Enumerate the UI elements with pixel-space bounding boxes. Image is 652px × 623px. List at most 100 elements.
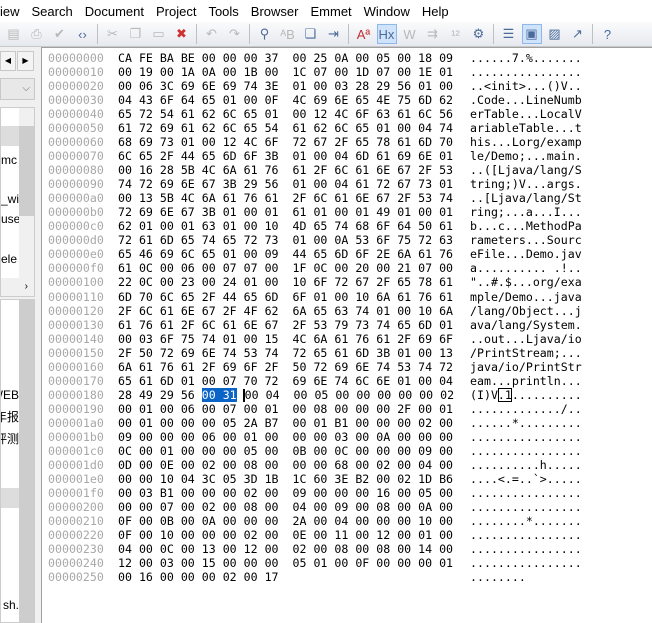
ascii-text[interactable]: ................ [470, 430, 582, 444]
indent-icon[interactable]: ⇉ [423, 24, 443, 44]
hex-bytes[interactable]: 2F 6C 61 6E 67 2F 4F 62 6A 65 63 74 01 0… [118, 304, 453, 318]
ascii-text[interactable]: ................ [470, 500, 582, 514]
menu-emmet[interactable]: Emmet [306, 4, 355, 19]
hex-bytes[interactable]: 04 00 0C 00 13 00 12 00 02 00 08 00 08 0… [118, 542, 453, 556]
nav-forward-button[interactable]: ▶ [17, 51, 34, 71]
ascii-text[interactable]: mple/Demo...java [470, 290, 582, 304]
hex-bytes[interactable]: 04 43 6F 64 65 01 00 0F 4C 69 6E 65 4E 7… [118, 93, 453, 107]
hex-bytes[interactable]: 00 01 00 06 00 07 00 01 00 08 00 00 00 2… [118, 402, 453, 416]
hex-bytes[interactable]: 6D 70 6C 65 2F 44 65 6D 6F 01 00 10 6A 6… [118, 290, 453, 304]
ascii-text[interactable]: his...Lorg/examp [470, 135, 582, 149]
hex-bytes[interactable]: 61 76 61 2F 6C 61 6E 67 2F 53 79 73 74 6… [118, 318, 453, 332]
clip-panel-icon[interactable]: ▣ [521, 24, 542, 44]
undo-icon[interactable]: ↶ [202, 24, 222, 44]
ascii-text[interactable]: /PrintStream;... [470, 346, 582, 360]
selected-bytes[interactable]: 00 31 [201, 387, 237, 402]
help-icon[interactable]: ? [598, 24, 618, 44]
ascii-text[interactable]: ..([Ljava/lang/S [470, 163, 582, 177]
output-icon[interactable]: ↗ [568, 24, 588, 44]
selected-row[interactable] [1, 488, 19, 508]
hex-bytes[interactable]: 0F 00 0B 00 0A 00 00 00 2A 00 04 00 00 0… [118, 514, 453, 528]
menu-window[interactable]: Window [360, 4, 414, 19]
hex-bytes[interactable]: 00 13 5B 4C 6A 61 76 61 2F 6C 61 6E 67 2… [118, 191, 453, 205]
ascii-text[interactable]: (I)V.1.......... [470, 388, 582, 402]
hex-bytes[interactable]: 6A 61 76 61 2F 69 6F 2F 50 72 69 6E 74 5… [118, 360, 453, 374]
ascii-text[interactable]: ................ [470, 65, 582, 79]
ascii-text[interactable]: ..[Ljava/lang/St [470, 191, 582, 205]
hex-bytes[interactable]: 72 69 6E 67 3B 01 00 01 61 01 00 01 49 0… [118, 205, 453, 219]
find-icon[interactable]: ⚲ [255, 24, 275, 44]
hex-bytes[interactable]: 6C 65 2F 44 65 6D 6F 3B 01 00 04 6D 61 6… [118, 149, 453, 163]
menu-document[interactable]: Document [81, 4, 148, 19]
folder-dropdown[interactable]: ⌵ [0, 78, 35, 100]
print-icon[interactable]: ⎙ [27, 24, 47, 44]
hex-bytes[interactable]: 00 16 00 00 00 02 00 17 [118, 570, 279, 584]
hex-bytes[interactable]: 0C 00 01 00 00 00 05 00 0B 00 0C 00 00 0… [118, 444, 453, 458]
menu-tools[interactable]: Tools [204, 4, 242, 19]
ascii-text[interactable]: ..out...Ljava/io [470, 332, 582, 346]
hex-bytes[interactable]: 65 46 69 6C 65 01 00 09 44 65 6D 6F 2E 6… [118, 247, 453, 261]
tree-item[interactable]: ele [1, 252, 19, 266]
file-list-icon[interactable]: ☰ [499, 24, 519, 44]
hex-bytes[interactable]: 0D 00 0E 00 02 00 08 00 00 00 68 00 02 0… [118, 458, 453, 472]
ascii-text[interactable]: erTable...LocalV [470, 107, 582, 121]
ascii-text[interactable]: ......7.%....... [470, 51, 582, 65]
ascii-text[interactable]: ..........h..... [470, 458, 582, 472]
ascii-text[interactable]: ................ [470, 486, 582, 500]
ascii-text[interactable]: ..<init>...()V.. [470, 79, 582, 93]
ascii-text[interactable]: /lang/Object...j [470, 304, 582, 318]
ascii-text[interactable]: rameters...Sourc [470, 233, 582, 247]
word-wrap-icon[interactable]: W [400, 24, 420, 44]
vertical-scrollbar[interactable] [19, 300, 34, 622]
project-icon[interactable]: ▨ [545, 24, 565, 44]
menu-search[interactable]: Search [28, 4, 77, 19]
horizontal-scrollbar[interactable]: › [1, 278, 34, 296]
copy-icon[interactable]: ❐ [126, 24, 146, 44]
hex-bytes[interactable]: 00 01 00 00 00 05 2A B7 00 01 B1 00 00 0… [118, 416, 453, 430]
hex-bytes[interactable]: 62 01 00 01 63 01 00 10 4D 65 74 68 6F 6… [118, 219, 453, 233]
ascii-text[interactable]: ....<.=..`>..... [470, 472, 582, 486]
hex-bytes[interactable]: 65 61 6D 01 00 07 70 72 69 6E 74 6C 6E 0… [118, 374, 453, 388]
ascii-text[interactable]: ......*......... [470, 416, 582, 430]
hex-editor[interactable]: 00000000 CA FE BA BE 00 00 00 37 00 25 0A… [41, 47, 652, 623]
menu-iew[interactable]: iew [0, 4, 24, 19]
spellcheck-icon[interactable]: ✔ [50, 24, 70, 44]
hex-bytes[interactable]: 28 49 29 56 00 31 00 04 00 05 00 00 00 0… [118, 387, 454, 402]
hex-bytes[interactable]: 00 16 28 5B 4C 6A 61 76 61 2F 6C 61 6E 6… [118, 163, 453, 177]
ascii-text[interactable]: ariableTable...t [470, 121, 582, 135]
ascii-text[interactable]: a.......... .!.. [470, 261, 582, 275]
hex-bytes[interactable]: 61 72 69 61 62 6C 65 54 61 62 6C 65 01 0… [118, 121, 453, 135]
ascii-text[interactable]: .Code...LineNumb [470, 93, 582, 107]
list-item[interactable]: 年报 [1, 408, 19, 425]
hex-mode-icon[interactable]: Hx [376, 24, 397, 44]
hex-bytes[interactable]: 00 00 10 04 3C 05 3D 1B 1C 60 3E B2 00 0… [118, 472, 453, 486]
vertical-scrollbar[interactable] [19, 108, 34, 278]
delete-icon[interactable]: ✖ [172, 24, 192, 44]
ascii-text[interactable]: eFile...Demo.jav [470, 247, 582, 261]
redo-icon[interactable]: ↷ [225, 24, 245, 44]
ascii-text[interactable]: ........*....... [470, 514, 582, 528]
print-preview-icon[interactable]: ▤ [4, 24, 24, 44]
ascii-text[interactable]: le/Demo;...main. [470, 149, 582, 163]
hex-bytes[interactable]: CA FE BA BE 00 00 00 37 00 25 0A 00 05 0… [118, 51, 453, 65]
tree-item[interactable]: _wi [1, 192, 19, 206]
ascii-text[interactable]: eam...println... [470, 374, 582, 388]
paste-icon[interactable]: ▭ [149, 24, 169, 44]
settings-icon[interactable]: ⚙ [469, 24, 489, 44]
code-icon[interactable]: ‹› [73, 24, 93, 44]
find-in-files-icon[interactable]: ❏ [301, 24, 321, 44]
scroll-thumb[interactable] [19, 126, 34, 216]
ascii-text[interactable]: ........ [470, 570, 526, 584]
hex-bytes[interactable]: 00 06 3C 69 6E 69 74 3E 01 00 03 28 29 5… [118, 79, 453, 93]
hex-bytes[interactable]: 74 72 69 6E 67 3B 29 56 01 00 04 61 72 6… [118, 177, 453, 191]
list-item[interactable]: 评测 [1, 430, 19, 447]
ascii-text[interactable]: ................ [470, 542, 582, 556]
font-icon[interactable]: Aª [354, 24, 374, 44]
hex-bytes[interactable]: 12 00 03 00 15 00 00 00 05 01 00 0F 00 0… [118, 556, 453, 570]
hex-bytes[interactable]: 68 69 73 01 00 12 4C 6F 72 67 2F 65 78 6… [118, 135, 453, 149]
menu-browser[interactable]: Browser [247, 4, 303, 19]
goto-line-icon[interactable]: ⇥ [324, 24, 344, 44]
nav-back-button[interactable]: ◀ [0, 51, 16, 71]
hex-bytes[interactable]: 72 61 6D 65 74 65 72 73 01 00 0A 53 6F 7… [118, 233, 453, 247]
line-numbers-icon[interactable]: ¹² [446, 24, 466, 44]
